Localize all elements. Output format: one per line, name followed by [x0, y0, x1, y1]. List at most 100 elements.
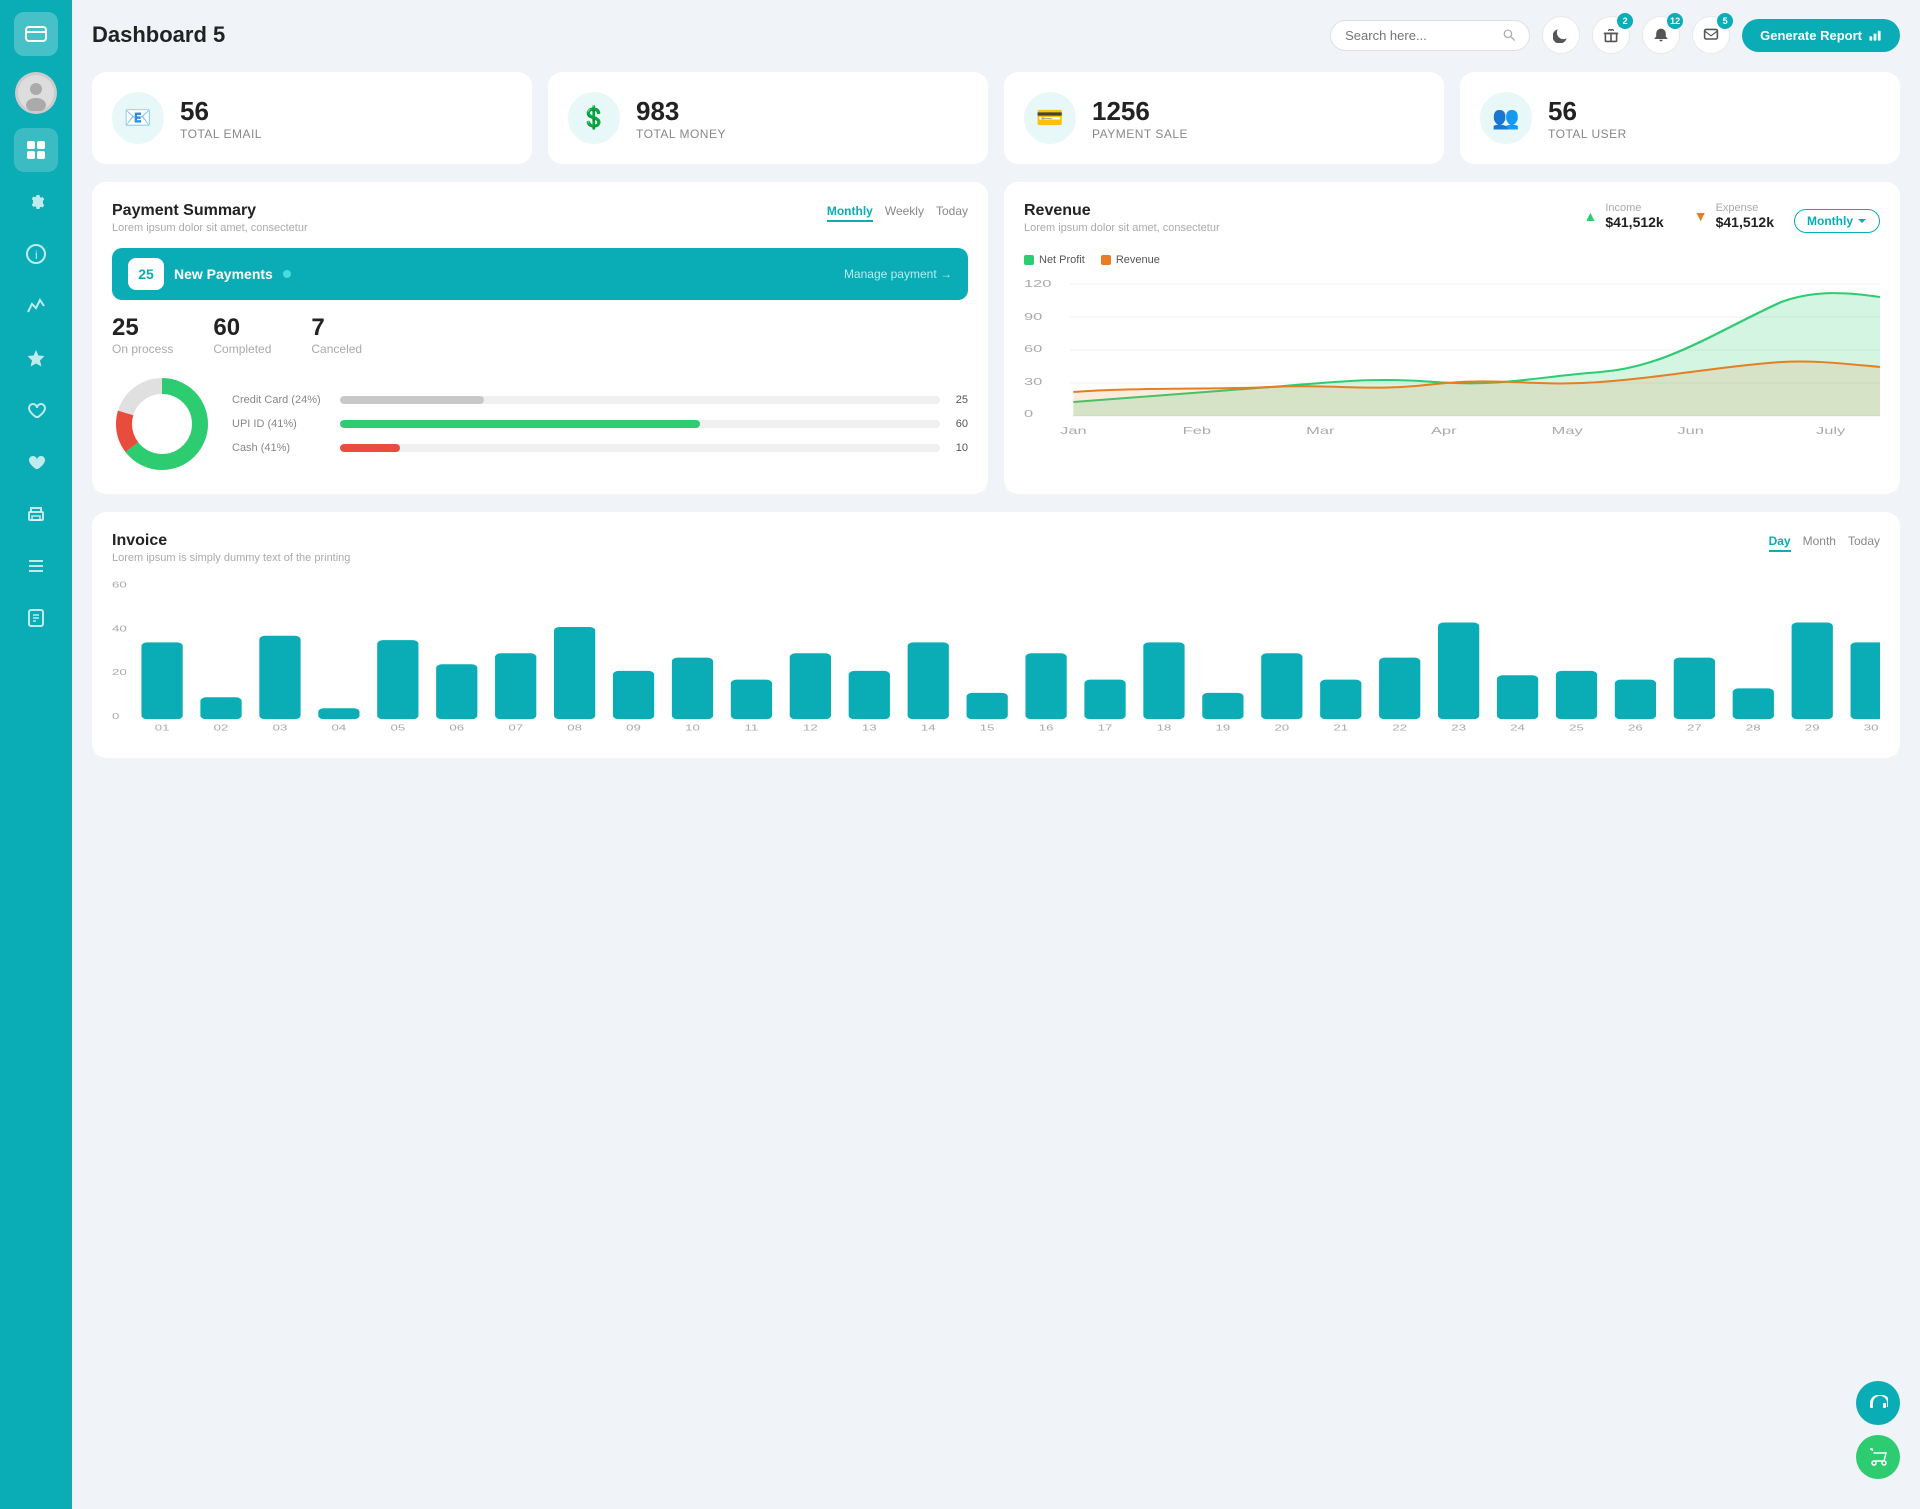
- svg-text:July: July: [1816, 425, 1845, 436]
- invoice-bar[interactable]: [967, 693, 1008, 719]
- invoice-bar[interactable]: [1261, 653, 1302, 719]
- invoice-bar[interactable]: [1084, 680, 1125, 720]
- dark-mode-btn[interactable]: [1542, 16, 1580, 54]
- gift-btn[interactable]: 2: [1592, 16, 1630, 54]
- sidebar-logo[interactable]: [14, 12, 58, 56]
- svg-text:120: 120: [1024, 278, 1052, 289]
- income-value: $41,512k: [1605, 214, 1663, 230]
- tab-weekly[interactable]: Weekly: [885, 202, 924, 222]
- sidebar-item-info[interactable]: i: [14, 232, 58, 276]
- tab-monthly[interactable]: Monthly: [827, 202, 873, 222]
- invoice-bar[interactable]: [1379, 658, 1420, 719]
- invoice-bar[interactable]: [908, 642, 949, 719]
- invoice-bar[interactable]: [259, 636, 300, 719]
- invoice-bar[interactable]: [377, 640, 418, 719]
- invoice-bar[interactable]: [1202, 693, 1243, 719]
- invoice-x-label: 24: [1510, 724, 1525, 733]
- invoice-bar[interactable]: [141, 642, 182, 719]
- invoice-bar[interactable]: [1615, 680, 1656, 720]
- invoice-x-label: 09: [626, 724, 641, 733]
- sidebar-item-heart-outline[interactable]: [14, 388, 58, 432]
- invoice-bar[interactable]: [1025, 653, 1066, 719]
- invoice-x-label: 13: [862, 724, 877, 733]
- inv-tab-day[interactable]: Day: [1769, 532, 1791, 552]
- sidebar-item-settings[interactable]: [14, 180, 58, 224]
- gift-icon: [1603, 27, 1619, 43]
- stat-number-payment-sale: 1256: [1092, 96, 1188, 127]
- invoice-bar[interactable]: [1792, 623, 1833, 720]
- invoice-bar[interactable]: [554, 627, 595, 719]
- manage-payment-link[interactable]: Manage payment →: [844, 267, 952, 281]
- invoice-bar[interactable]: [613, 671, 654, 719]
- svg-text:0: 0: [1024, 408, 1034, 419]
- net-profit-dot: [1024, 255, 1034, 265]
- stat-label-total-money: TOTAL MONEY: [636, 127, 726, 141]
- stat-card-total-money: 💲 983 TOTAL MONEY: [548, 72, 988, 164]
- invoice-bar[interactable]: [790, 653, 831, 719]
- invoice-bar[interactable]: [731, 680, 772, 720]
- stat-label-total-user: TOTAL USER: [1548, 127, 1627, 141]
- svg-text:Mar: Mar: [1306, 425, 1335, 436]
- invoice-bar[interactable]: [495, 653, 536, 719]
- support-float-btn[interactable]: [1856, 1381, 1900, 1425]
- sidebar-item-print[interactable]: [14, 492, 58, 536]
- invoice-x-label: 05: [390, 724, 405, 733]
- revenue-month-dropdown[interactable]: Monthly: [1794, 209, 1880, 233]
- search-input[interactable]: [1345, 28, 1495, 43]
- sidebar-item-star[interactable]: [14, 336, 58, 380]
- sidebar-item-doc[interactable]: [14, 596, 58, 640]
- new-payments-bar: 25 New Payments Manage payment →: [112, 248, 968, 300]
- invoice-x-label: 18: [1157, 724, 1172, 733]
- inv-tab-month[interactable]: Month: [1803, 532, 1836, 552]
- sidebar-item-list[interactable]: [14, 544, 58, 588]
- invoice-tabs: Day Month Today: [1769, 532, 1880, 552]
- invoice-bar[interactable]: [318, 708, 359, 719]
- badge-msg: 5: [1717, 13, 1733, 29]
- avatar[interactable]: [15, 72, 57, 114]
- svg-text:May: May: [1552, 425, 1583, 436]
- revenue-card: Revenue Lorem ipsum dolor sit amet, cons…: [1004, 182, 1900, 494]
- invoice-bar[interactable]: [436, 664, 477, 719]
- cart-float-btn[interactable]: [1856, 1435, 1900, 1479]
- invoice-bar[interactable]: [1497, 675, 1538, 719]
- invoice-bar[interactable]: [1851, 642, 1880, 719]
- sidebar-item-analytics[interactable]: [14, 284, 58, 328]
- stat-icon-payment-sale: 💳: [1024, 92, 1076, 144]
- invoice-x-label: 25: [1569, 724, 1584, 733]
- invoice-x-label: 02: [214, 724, 229, 733]
- sidebar-item-dashboard[interactable]: [14, 128, 58, 172]
- sidebar-item-heart-fill[interactable]: [14, 440, 58, 484]
- invoice-bar[interactable]: [1320, 680, 1361, 720]
- generate-report-label: Generate Report: [1760, 28, 1862, 43]
- header: Dashboard 5 2 12 5 Generate Repo: [92, 16, 1900, 54]
- revenue-subtitle: Lorem ipsum dolor sit amet, consectetur: [1024, 222, 1220, 234]
- invoice-x-label: 01: [155, 724, 170, 733]
- invoice-card: Invoice Lorem ipsum is simply dummy text…: [92, 512, 1900, 758]
- tab-today[interactable]: Today: [936, 202, 968, 222]
- main-content: Dashboard 5 2 12 5 Generate Repo: [72, 0, 1920, 1509]
- bar-chart-icon: [1868, 28, 1882, 42]
- invoice-bar[interactable]: [849, 671, 890, 719]
- svg-text:Apr: Apr: [1431, 425, 1457, 436]
- messages-btn[interactable]: 5: [1692, 16, 1730, 54]
- invoice-bar[interactable]: [1143, 642, 1184, 719]
- stat-icon-total-money: 💲: [568, 92, 620, 144]
- invoice-bar[interactable]: [200, 697, 241, 719]
- svg-text:Jan: Jan: [1060, 425, 1087, 436]
- payment-stat-Canceled: 7Canceled: [311, 314, 362, 356]
- stat-number-total-money: 983: [636, 96, 726, 127]
- search-box[interactable]: [1330, 20, 1530, 51]
- invoice-bar[interactable]: [1674, 658, 1715, 719]
- inv-tab-today[interactable]: Today: [1848, 532, 1880, 552]
- invoice-x-label: 17: [1098, 724, 1113, 733]
- invoice-bar[interactable]: [1733, 688, 1774, 719]
- invoice-x-label: 11: [745, 724, 759, 733]
- message-icon: [1703, 27, 1719, 43]
- invoice-bar[interactable]: [1438, 623, 1479, 720]
- payment-bar-row: Credit Card (24%) 25: [232, 394, 968, 406]
- generate-report-button[interactable]: Generate Report: [1742, 19, 1900, 52]
- invoice-bar[interactable]: [672, 658, 713, 719]
- notifications-btn[interactable]: 12: [1642, 16, 1680, 54]
- invoice-x-label: 08: [567, 724, 582, 733]
- invoice-bar[interactable]: [1556, 671, 1597, 719]
